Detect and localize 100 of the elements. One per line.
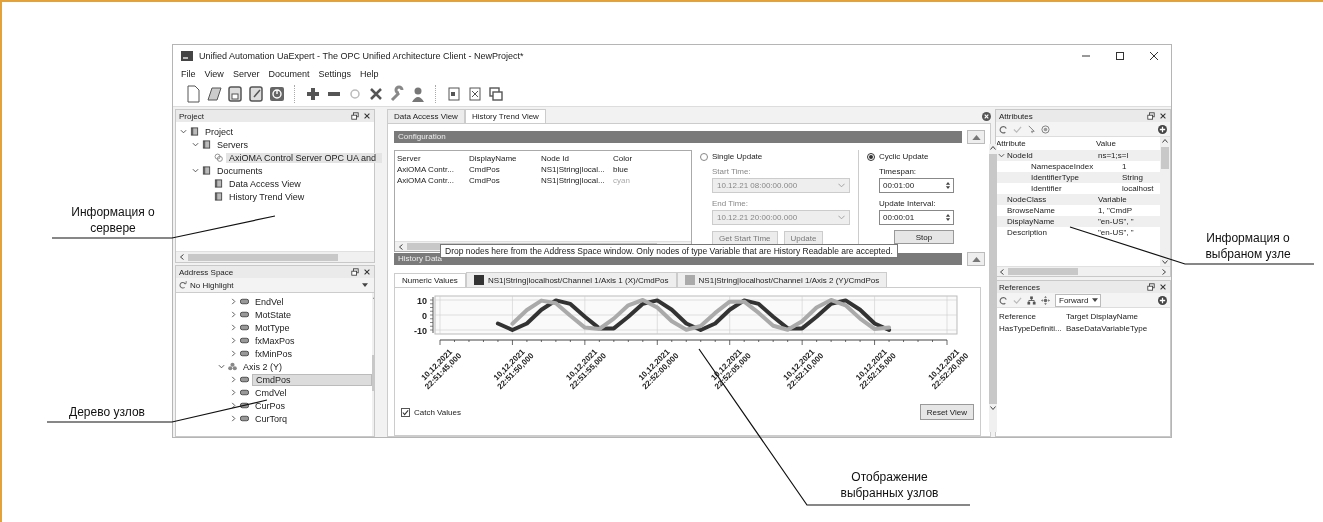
tree-item[interactable]: Documents — [214, 165, 266, 176]
attribute-value: "en-US", " — [1098, 228, 1135, 237]
radio-button[interactable] — [867, 152, 875, 161]
chevron-left-icon[interactable] — [179, 254, 185, 260]
expanded-chevron-icon[interactable] — [218, 363, 225, 370]
windows-icon[interactable] — [488, 85, 504, 103]
column-header[interactable]: Node Id — [541, 154, 613, 163]
user-icon[interactable] — [410, 85, 426, 103]
tree-item[interactable]: History Trend View — [226, 191, 308, 202]
scrollbar-thumb[interactable] — [188, 253, 338, 261]
close-document-icon[interactable] — [467, 85, 483, 103]
chart-tab[interactable]: NS1|String|localhost/Channel 1/Axis 2 (Y)/CmdPos — [676, 272, 888, 287]
collapsed-chevron-icon[interactable] — [230, 402, 237, 409]
column-header[interactable]: Value — [1096, 139, 1160, 148]
float-icon[interactable] — [351, 112, 359, 120]
horizontal-scrollbar[interactable] — [996, 266, 1170, 276]
open-folder-icon[interactable] — [206, 85, 222, 103]
expanded-chevron-icon[interactable] — [180, 128, 187, 135]
save-as-icon[interactable] — [248, 85, 264, 103]
menu-item[interactable]: Settings — [318, 68, 351, 80]
collapse-button[interactable] — [967, 130, 985, 144]
vertical-scrollbar[interactable] — [1160, 137, 1170, 266]
power-icon[interactable] — [269, 85, 285, 103]
document-tab[interactable]: History Trend View — [464, 109, 546, 123]
tree-item[interactable]: CurPos — [252, 400, 288, 411]
target-icon[interactable] — [1041, 124, 1050, 134]
column-header[interactable]: Target DisplayName — [1063, 311, 1139, 321]
reset-view-button[interactable]: Reset View — [919, 404, 974, 420]
tree-item[interactable]: AxiOMA Control Server OPC UA and — [226, 152, 383, 163]
close-icon[interactable] — [982, 111, 991, 121]
menu-item[interactable]: File — [181, 68, 196, 80]
scrollbar-thumb[interactable] — [1008, 268, 1078, 275]
tree-item[interactable]: Axis 2 (Y) — [240, 361, 285, 372]
check-icon[interactable] — [1013, 295, 1022, 305]
chevron-up-icon[interactable] — [990, 145, 996, 151]
tree-item[interactable]: Servers — [214, 139, 251, 150]
tree-item[interactable]: fxMinPos — [252, 348, 295, 359]
expanded-chevron-icon[interactable] — [192, 141, 199, 148]
spin-field[interactable]: 00:01:00 — [879, 178, 954, 193]
refresh-icon[interactable] — [999, 295, 1008, 305]
chevron-down-icon[interactable] — [990, 405, 996, 411]
tree-item[interactable]: CurTorq — [252, 413, 290, 424]
refresh-icon[interactable] — [179, 281, 187, 289]
direction-dropdown[interactable]: Forward — [1055, 293, 1102, 307]
expanded-chevron-icon[interactable] — [998, 152, 1005, 159]
chevron-left-icon[interactable] — [999, 268, 1005, 275]
float-icon[interactable] — [1147, 112, 1155, 120]
close-icon[interactable] — [363, 268, 371, 276]
column-header[interactable]: Reference — [996, 311, 1063, 321]
spin-field[interactable]: 00:00:01 — [879, 210, 954, 225]
menu-item[interactable]: Server — [232, 68, 260, 80]
document-tab[interactable]: Data Access View — [387, 109, 465, 123]
chevron-up-icon[interactable] — [1162, 138, 1168, 144]
checkbox[interactable] — [401, 407, 410, 417]
new-file-icon[interactable] — [185, 85, 201, 103]
expanded-chevron-icon[interactable] — [192, 167, 199, 174]
close-icon[interactable] — [1159, 112, 1167, 120]
check-icon[interactable] — [1013, 124, 1022, 134]
column-header[interactable]: DisplayName — [469, 154, 541, 163]
table-cell-text: NS1|String|local... — [541, 165, 606, 176]
tree-item[interactable]: CmdVel — [252, 387, 290, 398]
chevron-down-icon[interactable] — [1162, 259, 1168, 265]
panel-title: Attributes — [999, 111, 1033, 121]
float-icon[interactable] — [351, 268, 359, 276]
hierarchy-icon[interactable] — [1027, 295, 1036, 305]
scrollbar-thumb[interactable] — [1161, 147, 1169, 169]
tree-item[interactable]: fxMaxPos — [252, 335, 298, 346]
notebook-icon — [202, 166, 211, 175]
cursor-icon[interactable] — [1027, 124, 1036, 134]
table-cell-text: CmdPos — [469, 165, 501, 176]
wrench-icon[interactable] — [389, 85, 405, 103]
stop-button[interactable]: Stop — [894, 230, 954, 244]
menu-item[interactable]: Document — [268, 68, 310, 80]
menu-item[interactable]: Help — [359, 68, 379, 80]
tree-item[interactable]: MotType — [252, 322, 293, 333]
close-icon[interactable] — [363, 112, 371, 120]
tree-item[interactable]: CmdPos — [252, 373, 372, 386]
chart-tab[interactable]: NS1|String|localhost/Channel 1/Axis 1 (X)/CmdPos — [465, 272, 677, 287]
column-header[interactable]: Color — [613, 154, 689, 163]
menu-item[interactable]: View — [204, 68, 224, 80]
tick-label: 0 — [422, 310, 427, 321]
save-icon[interactable] — [227, 85, 243, 103]
tree-item[interactable]: MotState — [252, 309, 295, 320]
float-icon[interactable] — [1147, 283, 1155, 291]
document-icon[interactable] — [446, 85, 462, 103]
collapse-button[interactable] — [967, 252, 985, 266]
chart-tab[interactable]: Numeric Values — [394, 273, 466, 287]
tree-item[interactable]: Project — [202, 126, 236, 137]
horizontal-scrollbar[interactable] — [176, 251, 374, 262]
close-icon[interactable] — [1159, 283, 1167, 291]
tree-item[interactable]: EndVel — [252, 296, 287, 307]
tree-item[interactable]: Data Access View — [226, 178, 304, 189]
column-header[interactable]: Server — [397, 154, 469, 163]
chevron-left-icon[interactable] — [398, 243, 404, 250]
add-icon[interactable] — [1158, 295, 1167, 305]
move-icon[interactable] — [1041, 295, 1050, 305]
refresh-icon[interactable] — [999, 124, 1008, 134]
column-header[interactable]: Attribute — [996, 139, 1096, 148]
plus-icon[interactable] — [305, 85, 321, 103]
add-icon[interactable] — [1158, 124, 1167, 134]
